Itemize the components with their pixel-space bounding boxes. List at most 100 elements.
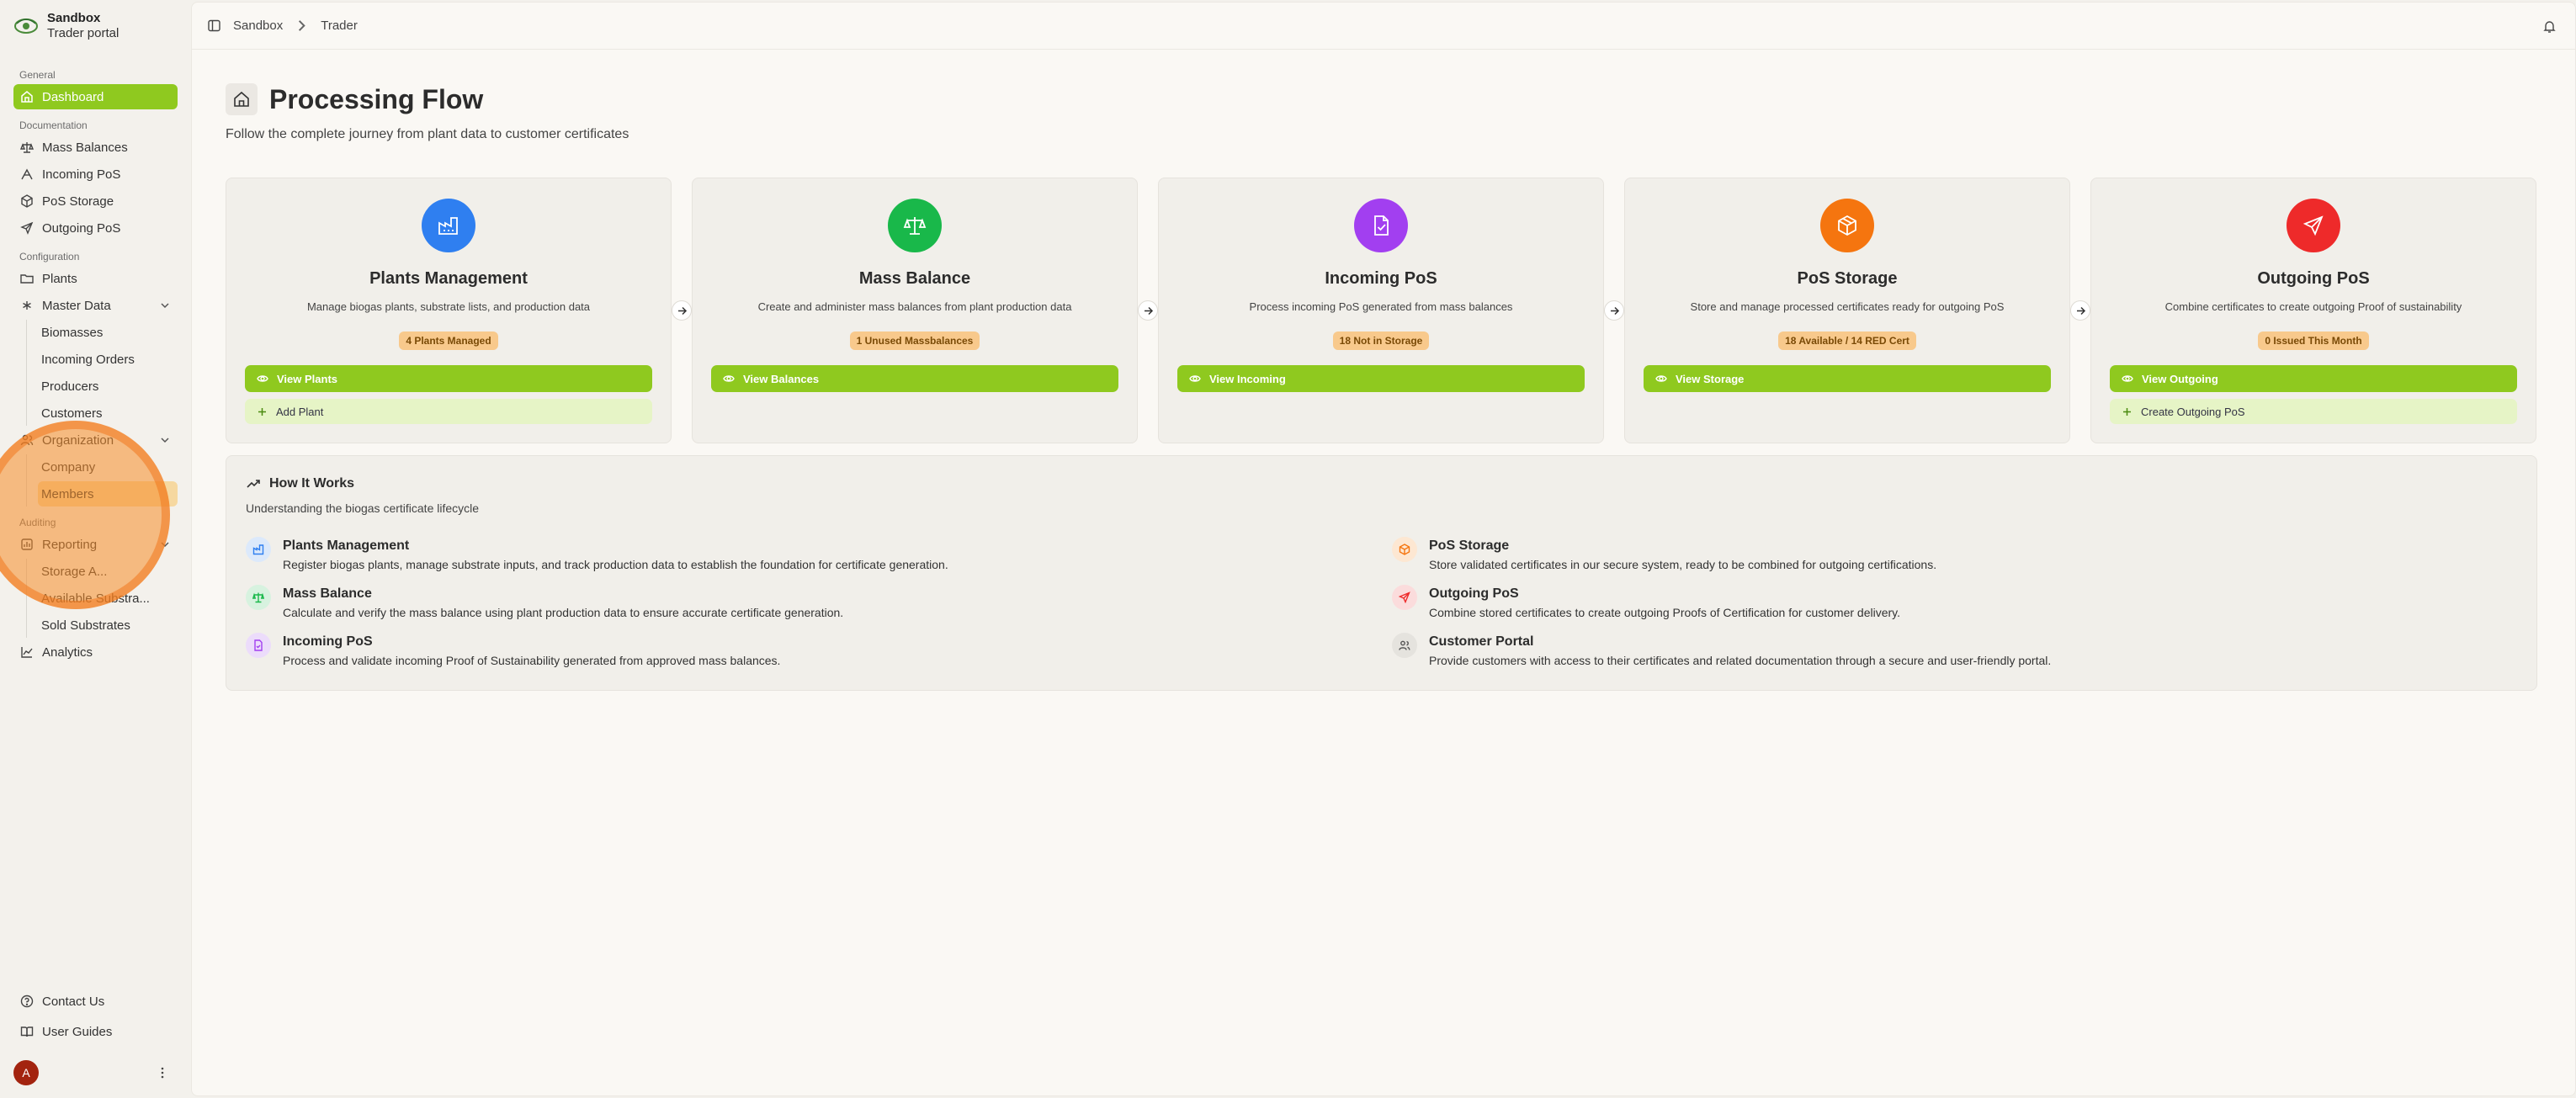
card-title: Incoming PoS [1325,269,1437,288]
sidebar-item-label: Analytics [42,644,93,660]
chevron-down-icon[interactable] [159,300,171,311]
sidebar-item-label: Reporting [42,537,98,552]
sidebar-item-analytics[interactable]: Analytics [13,639,178,665]
arrow-right-icon [2076,306,2085,315]
step-title: PoS Storage [1429,538,1510,553]
send-icon [1392,585,1417,610]
breadcrumb-root[interactable]: Sandbox [233,19,283,33]
sidebar-toggle-icon[interactable] [207,19,221,33]
sidebar-item-label: Available Substra... [41,591,150,606]
card-title: Mass Balance [858,269,971,288]
factory-icon [246,537,271,562]
view-balances-button[interactable]: View Balances [711,365,1118,392]
factory-icon [422,199,475,252]
view-plants-button[interactable]: View Plants [245,365,652,392]
step-description: Register biogas plants, manage substrate… [283,558,948,571]
sidebar-item-plants[interactable]: Plants [13,266,178,291]
sidebar-footer: Contact Us User Guides A [13,987,178,1098]
user-guides-link[interactable]: User Guides [13,1017,178,1046]
step-description: Provide customers with access to their c… [1429,654,2052,667]
sidebar-item-label: Outgoing PoS [42,220,121,236]
send-icon [20,221,34,235]
sidebar-item-pos-storage[interactable]: PoS Storage [13,188,178,214]
app-root: Sandbox Trader portal General Dashboard … [0,0,2576,1098]
sidebar-item-label: Storage A... [41,564,108,579]
sidebar-item-customers[interactable]: Customers [41,400,178,426]
package-icon [21,194,33,208]
sidebar-item-company[interactable]: Company [41,454,178,480]
sidebar-item-organization[interactable]: Organization [13,427,178,453]
card-description: Process incoming PoS generated from mass… [1249,300,1513,313]
plus-icon [2123,407,2131,416]
sidebar-item-label: Organization [42,432,114,448]
chevron-down-icon[interactable] [159,538,171,550]
sidebar-item-label: Master Data [42,298,111,313]
organization-submenu: Company Members [26,454,178,507]
brand[interactable]: Sandbox Trader portal [13,0,178,50]
sidebar-item-dashboard[interactable]: Dashboard [13,84,178,109]
package-icon [1392,537,1417,562]
flow-arrow [2070,178,2090,443]
sidebar-item-reporting[interactable]: Reporting [13,532,178,557]
button-label: View Balances [743,372,820,385]
sidebar-item-label: Plants [42,271,77,286]
step-title: Plants Management [283,538,410,553]
home-icon [21,91,33,103]
sidebar-item-storage[interactable]: Storage A... [41,559,178,584]
step-title: Customer Portal [1429,634,1534,649]
contact-us-link[interactable]: Contact Us [13,987,178,1016]
sidebar-item-mass-balances[interactable]: Mass Balances [13,135,178,160]
sidebar-item-label: Dashboard [42,89,104,104]
status-badge: 4 Plants Managed [399,332,498,350]
button-label: View Outgoing [2142,372,2218,385]
add-plant-button[interactable]: Add Plant [245,399,652,424]
brand-logo-icon [14,19,38,34]
sidebar-item-members[interactable]: Members [38,481,178,507]
step-title: Outgoing PoS [1429,586,1519,601]
sidebar-item-outgoing-pos[interactable]: Outgoing PoS [13,215,178,241]
sidebar-item-incoming-orders[interactable]: Incoming Orders [41,347,178,372]
brand-name: Sandbox [47,11,101,25]
card-description: Create and administer mass balances from… [757,300,1072,313]
group-label-general: General [19,69,56,81]
sidebar-item-incoming-pos[interactable]: Incoming PoS [13,162,178,187]
reporting-submenu: Storage A... Available Substra... Sold S… [26,559,178,638]
button-label: View Incoming [1209,372,1286,385]
sidebar-item-sold-substrates[interactable]: Sold Substrates [41,613,178,638]
breadcrumb-current: Trader [321,19,358,33]
eye-icon [723,375,735,382]
sidebar-item-label: PoS Storage [42,194,114,209]
sidebar-item-master-data[interactable]: Master Data [13,293,178,318]
flow-arrow [672,178,692,443]
user-menu[interactable]: A [13,1048,178,1098]
step-description: Calculate and verify the mass balance us… [283,606,844,619]
sidebar-item-label: Incoming PoS [42,167,121,182]
sidebar-item-available-substrates[interactable]: Available Substra... [41,586,178,611]
step-pos-storage: PoS Storage Store validated certificates … [1392,537,2520,571]
step-customer-portal: Customer Portal Provide customers with ac… [1392,633,2520,667]
page-header: Processing Flow [226,83,2537,115]
brand-subtitle: Trader portal [47,26,120,40]
avatar[interactable]: A [13,1060,39,1085]
page-title-icon [226,83,258,115]
folder-icon [20,274,34,284]
send-icon [2287,199,2340,252]
view-storage-button[interactable]: View Storage [1644,365,2051,392]
group-label-documentation: Documentation [19,119,88,131]
processing-flow: Plants Management Manage biogas plants, … [226,178,2537,443]
create-outgoing-pos-button[interactable]: Create Outgoing PoS [2110,399,2517,424]
sidebar-item-label: Biomasses [41,325,104,340]
help-circle-icon [20,995,34,1008]
button-label: Add Plant [276,405,324,418]
flow-card-plants: Plants Management Manage biogas plants, … [226,178,672,443]
more-vertical-icon[interactable] [156,1066,169,1079]
chevron-right-icon [299,20,305,31]
view-outgoing-button[interactable]: View Outgoing [2110,365,2517,392]
master-data-submenu: Biomasses Incoming Orders Producers Cust… [26,320,178,426]
bell-icon[interactable] [2542,19,2557,34]
sidebar-item-biomasses[interactable]: Biomasses [41,320,178,345]
sidebar-item-producers[interactable]: Producers [41,374,178,399]
view-incoming-button[interactable]: View Incoming [1177,365,1585,392]
status-badge: 1 Unused Massbalances [849,332,980,350]
chevron-down-icon[interactable] [159,434,171,446]
